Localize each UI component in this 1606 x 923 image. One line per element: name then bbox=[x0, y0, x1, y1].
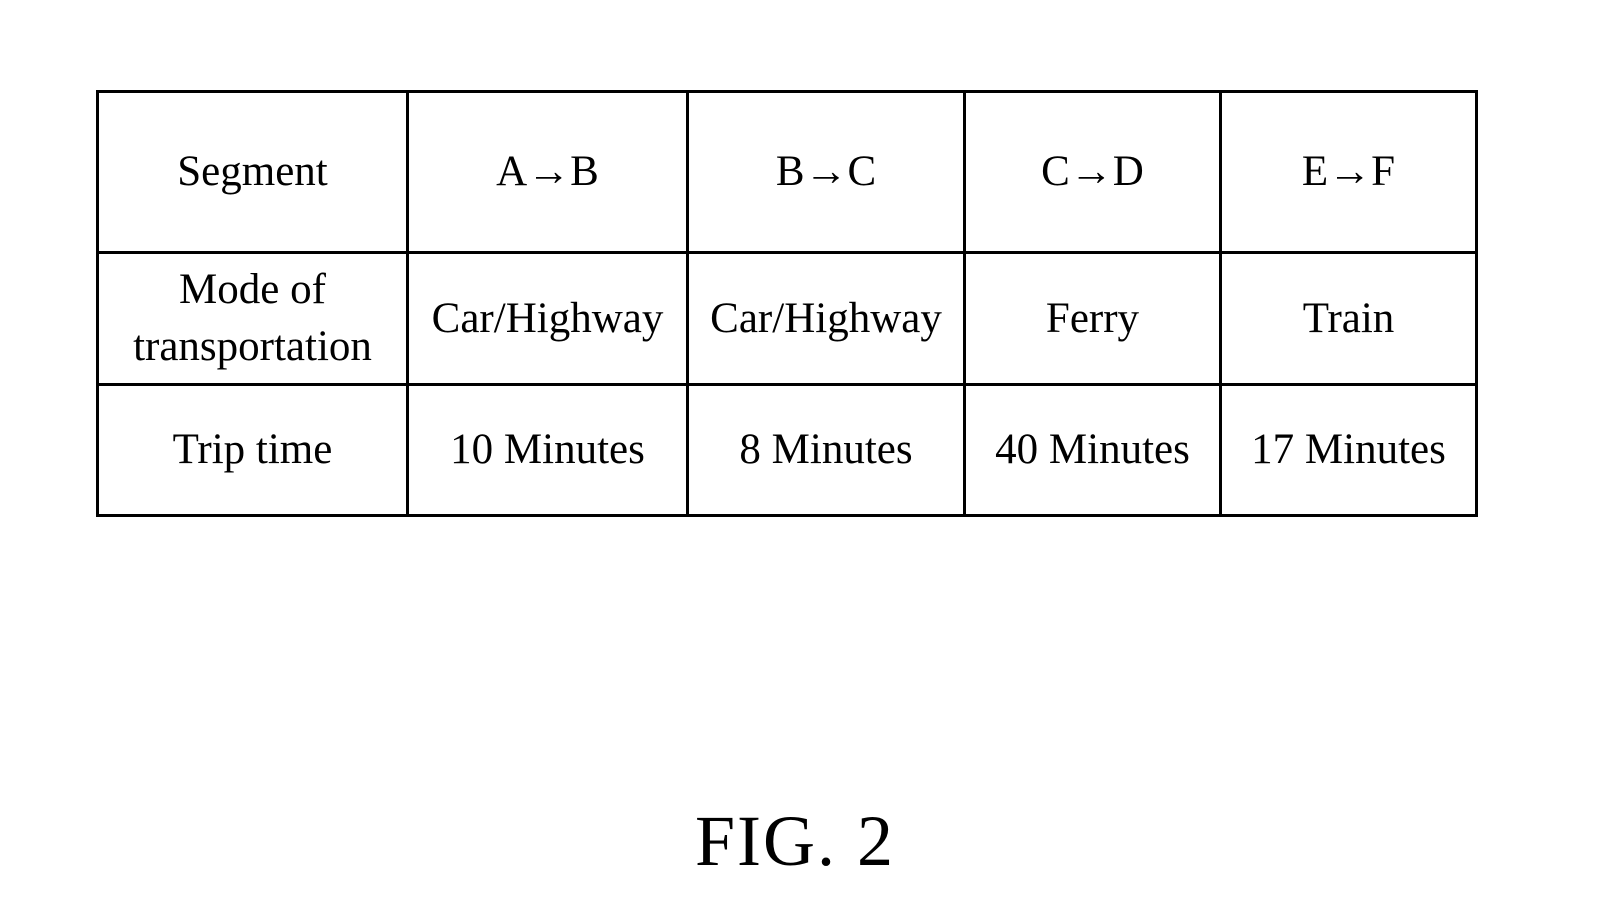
row-header: Segment bbox=[96, 90, 409, 254]
table-cell: 17 Minutes bbox=[1219, 383, 1478, 517]
table-cell: Car/Highway bbox=[406, 251, 689, 386]
table-cell: B→C bbox=[686, 90, 966, 254]
row-header: Trip time bbox=[96, 383, 409, 517]
table-row-trip-time: Trip time 10 Minutes 8 Minutes 40 Minute… bbox=[96, 383, 1478, 517]
table-cell: E→F bbox=[1219, 90, 1478, 254]
table-cell: Train bbox=[1219, 251, 1478, 386]
table-row-mode: Mode of transportation Car/Highway Car/H… bbox=[96, 251, 1478, 386]
table-cell: A→B bbox=[406, 90, 689, 254]
table-row-segment: Segment A→B B→C C→D E→F bbox=[96, 90, 1478, 254]
table-cell: Car/Highway bbox=[686, 251, 966, 386]
row-header-text: Mode of transportation bbox=[133, 265, 372, 370]
table-cell: Ferry bbox=[963, 251, 1222, 386]
table-cell: C→D bbox=[963, 90, 1222, 254]
table-cell: 10 Minutes bbox=[406, 383, 689, 517]
row-header: Mode of transportation bbox=[96, 251, 409, 386]
table-cell: 40 Minutes bbox=[963, 383, 1222, 517]
segment-table: Segment A→B B→C C→D E→F Mode of transpor… bbox=[96, 90, 1478, 517]
table-cell: 8 Minutes bbox=[686, 383, 966, 517]
figure-caption: FIG. 2 bbox=[694, 801, 895, 881]
